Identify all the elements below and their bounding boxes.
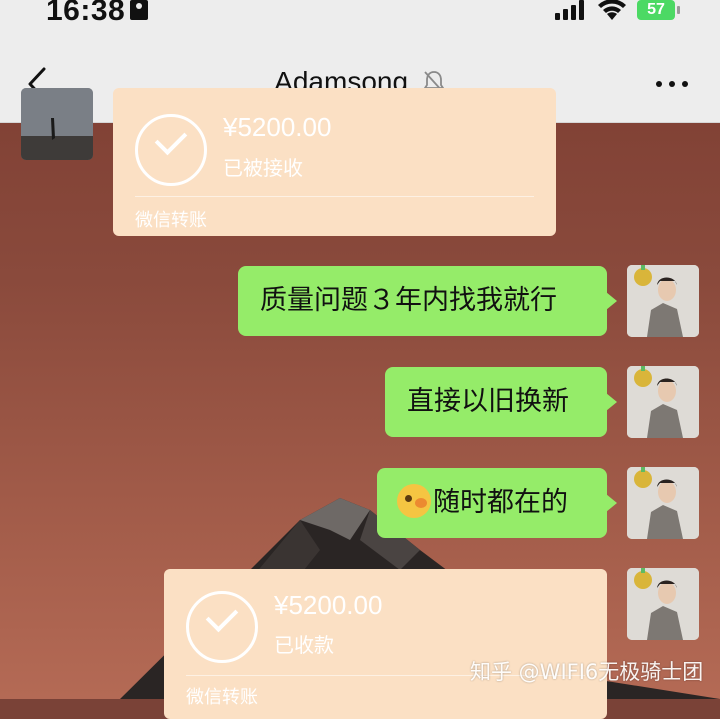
- check-circle-icon: [186, 591, 258, 663]
- transfer-status: 已被接收: [223, 156, 303, 180]
- watermark-text: 知乎 @WIFI6无极骑士团: [470, 660, 704, 684]
- battery-indicator: 57: [637, 0, 675, 20]
- contact-avatar-image: [21, 88, 93, 160]
- transfer-footer-label: 微信转账: [135, 210, 207, 231]
- message-text: 直接以旧换新: [407, 386, 569, 417]
- self-avatar[interactable]: [627, 467, 699, 539]
- self-avatar-image: [627, 366, 699, 438]
- message-text: 随时都在的: [433, 487, 568, 518]
- card-divider: [135, 196, 534, 197]
- self-avatar[interactable]: [627, 568, 699, 640]
- wifi-icon: [598, 0, 626, 20]
- transfer-card-collected[interactable]: ¥5200.00 已收款 微信转账: [164, 569, 607, 719]
- self-avatar-image: [627, 265, 699, 337]
- message-text: 质量问题３年内找我就行: [260, 285, 557, 316]
- self-avatar[interactable]: [627, 366, 699, 438]
- message-bubble[interactable]: 随时都在的: [377, 468, 617, 538]
- self-avatar-image: [627, 467, 699, 539]
- check-circle-icon: [135, 114, 207, 186]
- more-options-icon[interactable]: [654, 74, 690, 94]
- transfer-footer-label: 微信转账: [186, 687, 258, 708]
- transfer-status: 已收款: [274, 633, 334, 657]
- contact-card-icon: [130, 0, 148, 20]
- transfer-card-received-top[interactable]: ¥5200.00 已被接收 微信转账: [113, 88, 556, 236]
- message-bubble[interactable]: 质量问题３年内找我就行: [238, 266, 617, 336]
- message-bubble[interactable]: 直接以旧换新: [385, 367, 617, 437]
- wink-emoji-icon: [397, 483, 431, 518]
- contact-avatar[interactable]: [21, 88, 93, 160]
- transfer-amount: ¥5200.00: [274, 590, 383, 620]
- cellular-signal-icon: [555, 0, 584, 20]
- status-bar: 16:38 57: [0, 0, 720, 44]
- self-avatar-image: [627, 568, 699, 640]
- status-time: 16:38: [46, 0, 126, 27]
- battery-tip: [677, 6, 680, 14]
- transfer-amount: ¥5200.00: [223, 112, 332, 142]
- self-avatar[interactable]: [627, 265, 699, 337]
